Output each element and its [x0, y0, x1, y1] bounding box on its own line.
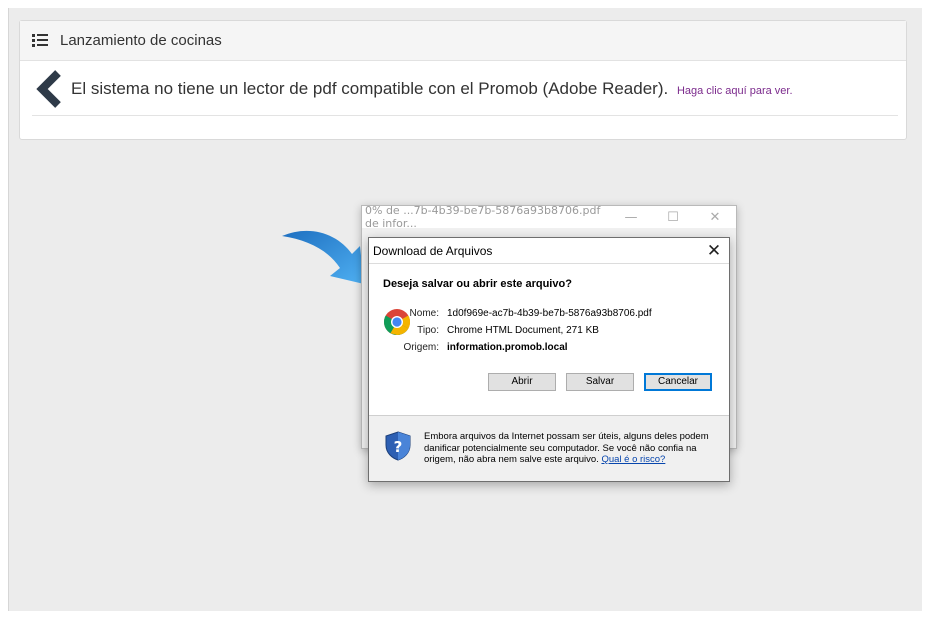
origin-label: Origem: — [403, 342, 439, 353]
file-name-row: Nome: 1d0f969e-ac7b-4b39-be7b-5876a93b870… — [379, 308, 652, 319]
minimize-button[interactable]: — — [610, 210, 652, 225]
type-label: Tipo: — [417, 325, 439, 336]
chevron-left-icon[interactable] — [34, 69, 64, 109]
dialog-footer: ? Embora arquivos da Internet possam ser… — [369, 416, 729, 481]
name-value: 1d0f969e-ac7b-4b39-be7b-5876a93b8706.pdf — [447, 308, 652, 319]
origin-value: information.promob.local — [447, 342, 568, 353]
panel-body: El sistema no tiene un lector de pdf com… — [20, 61, 906, 141]
maximize-button[interactable]: ☐ — [652, 210, 694, 225]
download-dialog: Download de Arquivos ✕ Deseja salvar ou … — [368, 237, 730, 482]
file-origin-row: Origem: information.promob.local — [379, 342, 568, 353]
message-text: El sistema no tiene un lector de pdf com… — [71, 79, 669, 98]
dialog-title: Download de Arquivos — [373, 243, 493, 258]
close-button[interactable]: ✕ — [694, 210, 736, 225]
svg-text:?: ? — [394, 438, 403, 456]
warning-text: Embora arquivos da Internet possam ser ú… — [424, 431, 719, 466]
warning-message: Embora arquivos da Internet possam ser ú… — [424, 431, 709, 465]
progress-window-titlebar: 0% de ...7b-4b39-be7b-5876a93b8706.pdf d… — [362, 204, 736, 230]
dialog-titlebar: Download de Arquivos ✕ — [369, 238, 729, 264]
pdf-reader-message: El sistema no tiene un lector de pdf com… — [71, 79, 793, 99]
divider — [32, 115, 898, 116]
dialog-question: Deseja salvar ou abrir este arquivo? — [383, 278, 572, 290]
progress-window-title: 0% de ...7b-4b39-be7b-5876a93b8706.pdf d… — [365, 204, 601, 230]
dialog-close-button[interactable]: ✕ — [699, 241, 729, 261]
open-button[interactable]: Abrir — [488, 373, 556, 391]
shield-question-icon: ? — [385, 431, 411, 461]
list-icon — [32, 34, 48, 47]
type-value: Chrome HTML Document, 271 KB — [447, 325, 599, 336]
panel-header: Lanzamiento de cocinas — [20, 21, 906, 61]
save-button[interactable]: Salvar — [566, 373, 634, 391]
cancel-button[interactable]: Cancelar — [644, 373, 712, 391]
view-link[interactable]: Haga clic aquí para ver. — [677, 85, 793, 97]
name-label: Nome: — [409, 308, 439, 319]
panel-title: Lanzamiento de cocinas — [60, 32, 222, 49]
risk-link[interactable]: Qual é o risco? — [601, 454, 665, 465]
launch-panel: Lanzamiento de cocinas El sistema no tie… — [19, 20, 907, 140]
file-type-row: Tipo: Chrome HTML Document, 271 KB — [379, 325, 599, 336]
